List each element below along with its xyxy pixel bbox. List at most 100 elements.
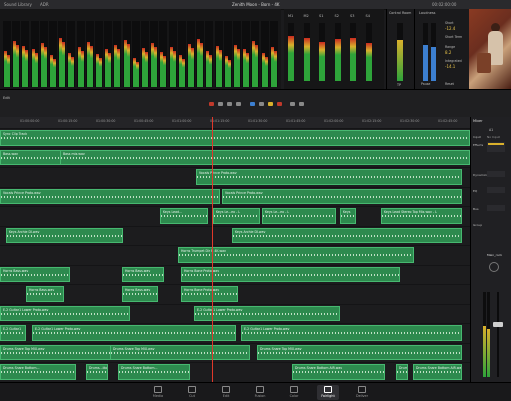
marker-icon[interactable] — [277, 102, 282, 106]
track-lane-divider — [0, 342, 470, 344]
track-meter — [95, 21, 103, 87]
loudness-panel: Loudness Short -12.4 Short Term Range 8.… — [414, 9, 470, 89]
range-tool-icon[interactable] — [227, 102, 232, 106]
audio-clip[interactable]: Horns Bass.wav — [122, 266, 164, 282]
ruler-timecode: 01:02:45:00 — [438, 119, 458, 123]
audio-clip[interactable]: Vocals Prince Proto.wav — [222, 188, 462, 204]
audio-clip[interactable]: Drums Snare Top MIX.wav — [110, 344, 250, 360]
clip-name: Horns Bone Proto.wav — [184, 288, 220, 292]
page-tab-cut[interactable]: Cut — [181, 385, 203, 400]
integrated-value: -14.1 — [445, 64, 456, 69]
audio-clip[interactable]: Horns Bone Proto.wav — [181, 266, 400, 282]
audio-clip[interactable]: Drums Snare Top MIX.wav — [257, 344, 462, 360]
audio-clip[interactable]: Keys Lead... — [160, 208, 208, 224]
audio-clip[interactable]: Drums Snare Bottom... — [118, 364, 190, 380]
audio-clip[interactable]: Keys — [340, 208, 356, 224]
bus-slot[interactable] — [487, 205, 505, 211]
bus-meter — [350, 23, 356, 81]
clip-waveform — [111, 351, 249, 354]
audio-clip[interactable]: Sync Clip Track — [0, 130, 470, 146]
short-value: -12.4 — [445, 26, 456, 31]
clip-name: Sync Clip Track — [3, 132, 28, 136]
audio-clip[interactable]: Vocals Prince Proto.wav — [196, 169, 462, 185]
audio-clip[interactable]: E-2 Guitar1 — [0, 325, 26, 341]
color-page-icon — [290, 386, 298, 393]
zoom-out-icon[interactable] — [290, 102, 295, 106]
audio-clip[interactable]: Bass mix.wav — [60, 149, 470, 165]
audio-clip[interactable]: Keys Archie DI.wav — [6, 227, 123, 243]
track-meter — [113, 21, 122, 87]
control-room-tp-label: TP — [397, 83, 402, 87]
audio-clip[interactable]: Horns Bone Proto.wav — [181, 286, 238, 302]
page-tab-deliver[interactable]: Deliver — [351, 385, 373, 400]
audio-clip[interactable]: Keys Le...eo - L — [262, 208, 336, 224]
media-page-icon — [154, 386, 162, 393]
audio-clip[interactable]: Keys Le...eo - L — [213, 208, 260, 224]
clip-name: Drums...ttom.wav — [89, 366, 108, 370]
control-room-panel: Control Room TP — [386, 9, 415, 89]
clip-waveform — [414, 371, 461, 374]
input-value[interactable]: No Input — [487, 135, 500, 139]
audio-clip[interactable]: E-2 Guitar1 Lower Proto.wav — [194, 305, 340, 321]
sound-library-menu[interactable]: Sound Library — [4, 2, 32, 7]
audio-clip[interactable]: Drums Snare Bottom AIR.wav — [292, 364, 385, 380]
loudness-meter-right — [431, 23, 436, 81]
blade-tool-icon[interactable] — [236, 102, 241, 106]
pointer-tool-icon[interactable] — [218, 102, 223, 106]
zoom-in-icon[interactable] — [299, 102, 304, 106]
audio-clip[interactable]: Drums...ttom.wav — [86, 364, 108, 380]
page-tab-color[interactable]: Color — [283, 385, 305, 400]
dynamics-graph[interactable] — [487, 171, 505, 177]
pause-button[interactable]: Pause — [421, 82, 430, 86]
channel-fader[interactable] — [493, 322, 503, 327]
video-viewer[interactable] — [469, 9, 511, 89]
page-tab-label: Deliver — [355, 394, 369, 398]
page-tab-fairlight[interactable]: Fairlight — [317, 385, 339, 400]
link-icon[interactable] — [259, 102, 264, 106]
clip-name: Drums Snare Bottom... — [3, 366, 40, 370]
playhead[interactable] — [212, 117, 213, 382]
effects-slot[interactable] — [487, 142, 505, 152]
mixer-title: Mixer — [473, 119, 483, 123]
adr-menu[interactable]: ADR — [40, 2, 49, 7]
audio-clip[interactable]: Vocals Prince Proto.wav — [0, 188, 220, 204]
snapping-icon[interactable] — [250, 102, 255, 106]
audio-clip[interactable]: Drums Snare Bottom... — [0, 364, 76, 380]
clip-waveform — [263, 215, 335, 218]
flag-icon[interactable] — [268, 102, 273, 106]
clip-name: Drums Snare Top MIX.wav — [260, 346, 302, 351]
audio-clip[interactable]: Horns Bass.wav — [0, 266, 70, 282]
audio-clip[interactable]: E-2 Guitar1 Lower Proto.wav — [0, 305, 130, 321]
bus-meter-label: S4 — [365, 14, 370, 18]
audio-clip[interactable]: Keys Archie DI.wav — [232, 227, 462, 243]
clip-name: Keys Archie DI.wav — [9, 229, 40, 234]
eq-graph[interactable] — [487, 187, 505, 193]
pan-knob[interactable] — [489, 262, 499, 272]
record-button[interactable] — [209, 102, 214, 106]
track-meter — [49, 21, 57, 87]
audio-clip[interactable]: E-2 Guitar1 Lower Proto.wav — [32, 325, 236, 341]
audio-clip[interactable]: E-2 Guitar1 Lower Proto.wav — [241, 325, 462, 341]
audio-clip[interactable]: Horns Trumpet Dir R 4K.wav — [178, 247, 414, 263]
track-lane-divider — [0, 128, 470, 129]
short-term-label: Short Term — [445, 35, 463, 39]
audio-clip[interactable]: Horns Bass.wav — [26, 286, 64, 302]
timeline-tracks[interactable]: Sync Clip Track Bass.wav Bass mix.wav Vocal… — [0, 128, 470, 382]
page-tab-fusion[interactable]: Fusion — [249, 385, 271, 400]
control-room-meter — [397, 23, 403, 81]
page-tab-label: Fusion — [254, 394, 266, 398]
page-tab-edit[interactable]: Edit — [215, 385, 237, 400]
clip-waveform — [61, 156, 469, 159]
page-tab-label: Cut — [189, 394, 195, 398]
audio-clip[interactable]: Drums Snare Bottom AIR.wav — [413, 364, 462, 380]
clip-waveform — [293, 371, 384, 374]
audio-clip[interactable]: Drums — [396, 364, 408, 380]
audio-clip[interactable]: Horns Bass.wav — [122, 286, 158, 302]
clip-waveform — [258, 351, 461, 354]
audio-clip[interactable]: Keys Lead Stereo Top Mix.wav - L — [381, 208, 462, 224]
page-tab-label: Fairlight — [321, 394, 335, 398]
clip-waveform — [1, 312, 129, 315]
page-tab-media[interactable]: Media — [147, 385, 169, 400]
page-tab-label: Media — [152, 394, 164, 398]
reset-button[interactable]: Reset — [445, 82, 454, 86]
